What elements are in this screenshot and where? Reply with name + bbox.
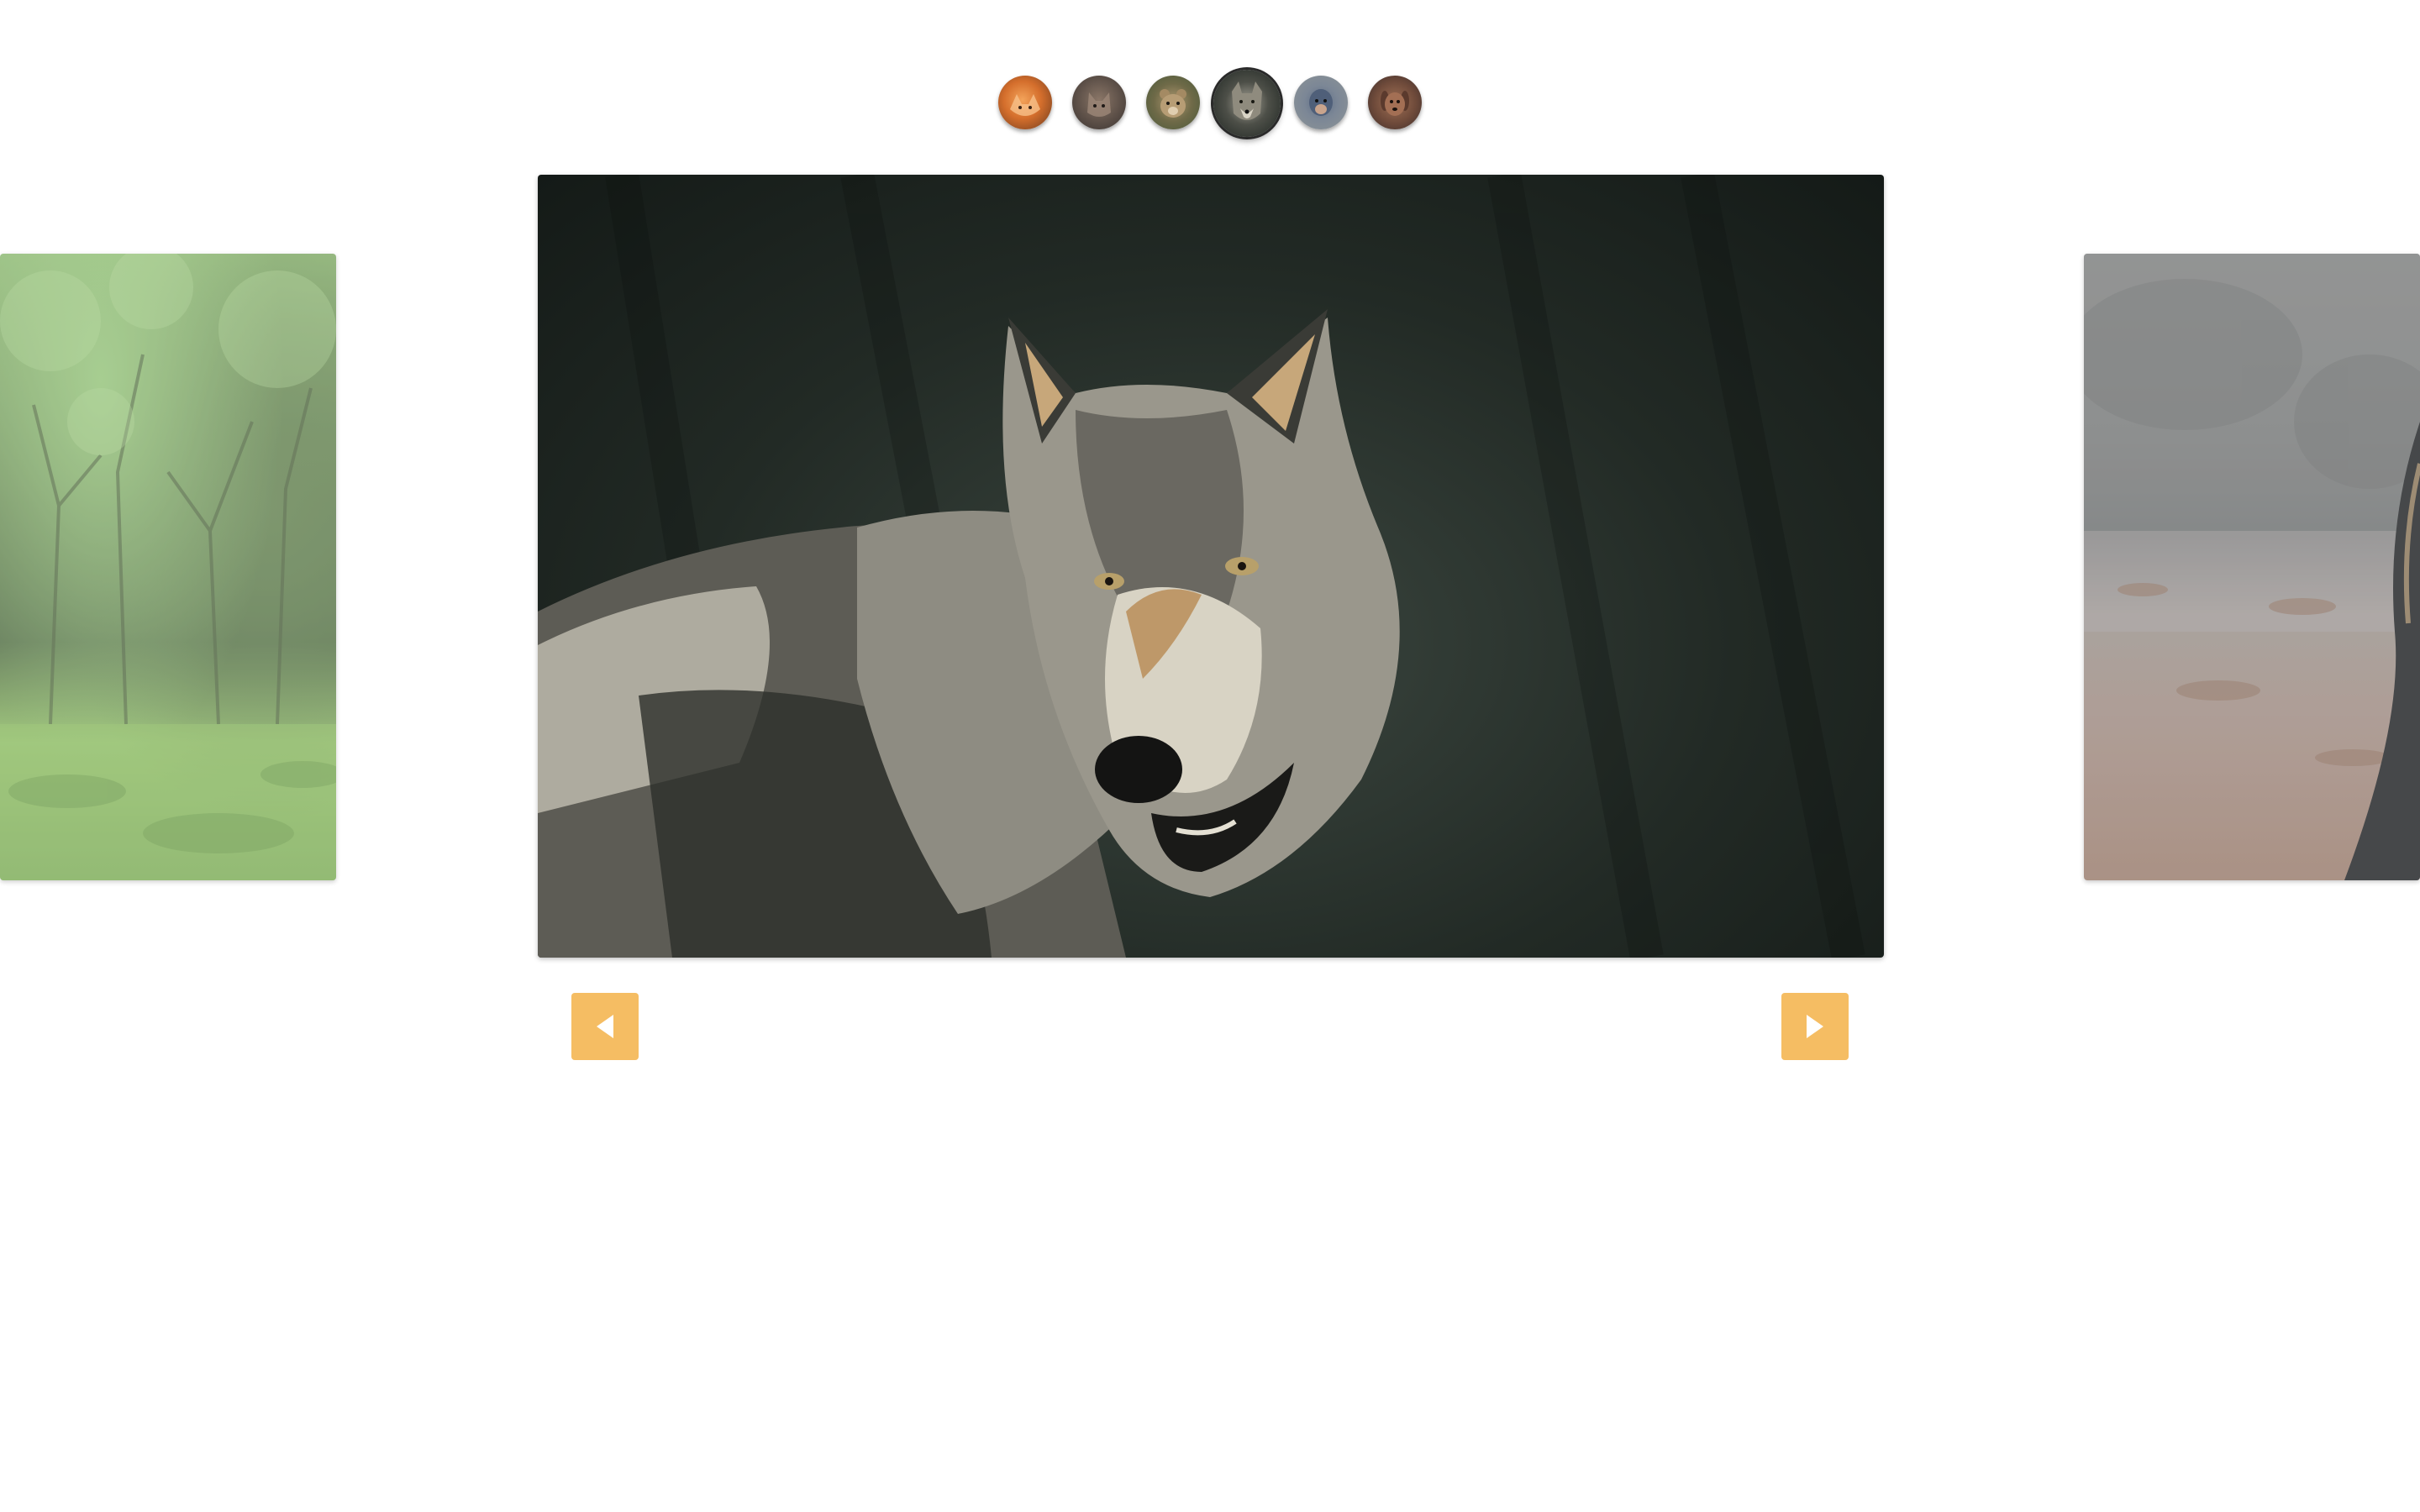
bear-icon [1160, 89, 1186, 118]
thumbnail-strip [0, 67, 2420, 143]
thumbnail-dog[interactable] [1368, 76, 1422, 129]
wolf-image [538, 175, 1865, 958]
monkey-icon [1309, 89, 1333, 116]
thumbnail-cat[interactable] [1072, 76, 1126, 129]
previous-button[interactable] [571, 993, 639, 1060]
wolf-icon [1232, 81, 1262, 120]
triangle-right-icon [1807, 1015, 1823, 1038]
animal-image [2084, 254, 2420, 880]
carousel [0, 0, 2420, 1512]
fox-icon [1010, 94, 1040, 116]
forest-image [0, 254, 336, 880]
thumbnail-fox[interactable] [998, 76, 1052, 129]
thumbnail-monkey[interactable] [1294, 76, 1348, 129]
slide-previous[interactable] [0, 254, 336, 880]
dog-icon [1381, 91, 1409, 116]
slide-next[interactable] [2084, 254, 2420, 880]
cat-icon [1087, 92, 1111, 117]
next-button[interactable] [1781, 993, 1849, 1060]
triangle-left-icon [597, 1015, 613, 1038]
thumbnail-bear[interactable] [1146, 76, 1200, 129]
thumbnail-wolf[interactable] [1213, 70, 1281, 137]
slide-current [538, 175, 1884, 958]
